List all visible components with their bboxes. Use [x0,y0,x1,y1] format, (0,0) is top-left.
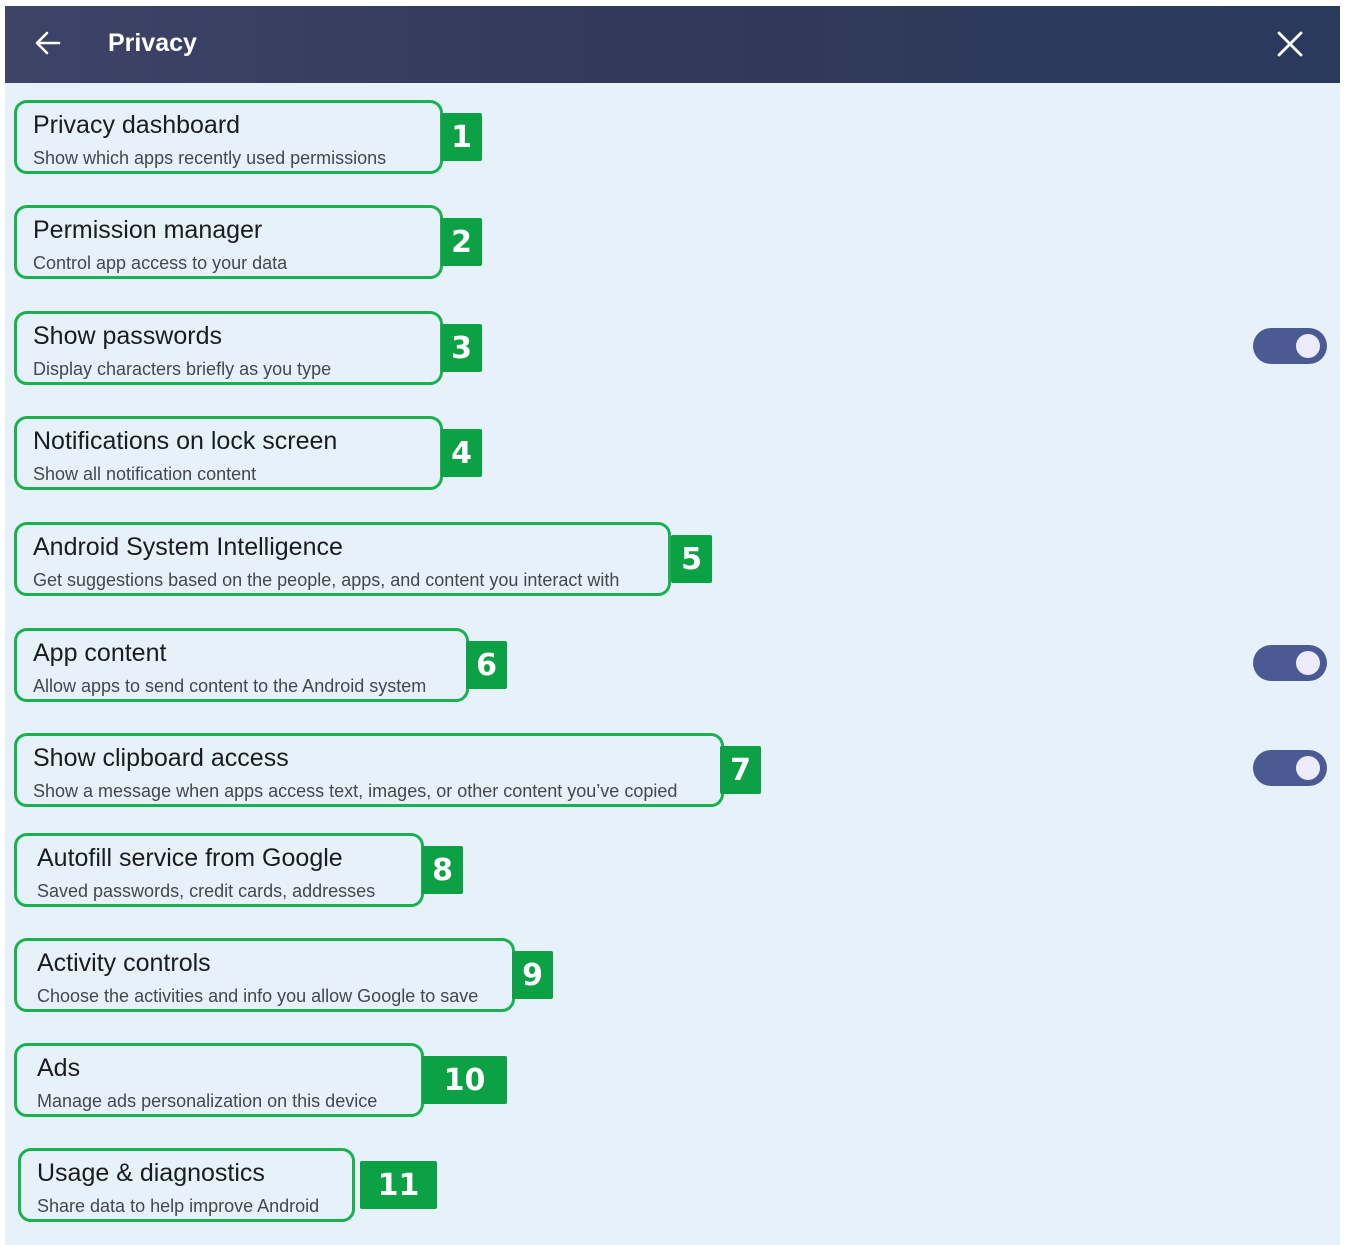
setting-title: Activity controls [37,949,211,977]
lock-screen-notifications-item[interactable]: Notifications on lock screen Show all no… [14,416,443,490]
setting-row-privacy-dashboard: Privacy dashboard Show which apps recent… [5,100,1340,186]
setting-title: Autofill service from Google [37,844,343,872]
number-badge: 7 [720,746,761,794]
number-badge: 5 [671,535,712,583]
setting-title: Ads [37,1054,81,1082]
ads-item[interactable]: Ads Manage ads personalization on this d… [14,1043,424,1117]
setting-title: Permission manager [33,216,263,244]
page-title: Privacy [108,29,197,57]
setting-title: Privacy dashboard [33,111,241,139]
arrow-left-icon[interactable] [35,30,61,56]
setting-subtitle: Allow apps to send content to the Androi… [33,676,427,696]
toggle-knob [1296,756,1320,780]
app-content-toggle[interactable] [1253,645,1327,681]
number-badge: 9 [512,951,553,999]
setting-row-ads: Ads Manage ads personalization on this d… [5,1043,1340,1129]
toggle-knob [1296,334,1320,358]
setting-row-lock-screen-notifications: Notifications on lock screen Show all no… [5,416,1340,502]
permission-manager-item[interactable]: Permission manager Control app access to… [14,205,443,279]
clipboard-access-toggle[interactable] [1253,750,1327,786]
show-passwords-toggle[interactable] [1253,328,1327,364]
toggle-knob [1296,651,1320,675]
setting-subtitle: Show which apps recently used permission… [33,148,387,168]
android-system-intelligence-item[interactable]: Android System Intelligence Get suggesti… [14,522,671,596]
setting-row-show-passwords: Show passwords Display characters briefl… [5,311,1340,397]
clipboard-access-item[interactable]: Show clipboard access Show a message whe… [14,733,724,807]
setting-title: Android System Intelligence [33,533,343,561]
setting-subtitle: Manage ads personalization on this devic… [37,1091,378,1111]
title-bar: Privacy [5,6,1340,83]
number-badge: 11 [360,1161,437,1209]
number-badge: 10 [422,1056,507,1104]
setting-subtitle: Show all notification content [33,464,257,484]
setting-row-autofill: Autofill service from Google Saved passw… [5,833,1340,919]
number-badge: 1 [441,113,482,161]
setting-subtitle: Show a message when apps access text, im… [33,781,678,801]
number-badge: 6 [466,641,507,689]
setting-subtitle: Saved passwords, credit cards, addresses [37,881,376,901]
setting-title: Show passwords [33,322,222,350]
setting-title: Usage & diagnostics [37,1159,265,1187]
setting-row-activity-controls: Activity controls Choose the activities … [5,938,1340,1024]
settings-panel: Privacy Privacy dashboard Show which app… [5,6,1340,1245]
close-icon[interactable] [1276,30,1304,58]
setting-row-permission-manager: Permission manager Control app access to… [5,205,1340,291]
setting-subtitle: Share data to help improve Android [37,1196,320,1216]
number-badge: 3 [441,324,482,372]
number-badge: 4 [441,429,482,477]
privacy-dashboard-item[interactable]: Privacy dashboard Show which apps recent… [14,100,443,174]
setting-title: Notifications on lock screen [33,427,338,455]
setting-subtitle: Get suggestions based on the people, app… [33,570,620,590]
setting-title: Show clipboard access [33,744,289,772]
setting-row-android-system-intelligence: Android System Intelligence Get suggesti… [5,522,1340,608]
setting-row-usage-diagnostics: Usage & diagnostics Share data to help i… [5,1148,1340,1234]
autofill-service-item[interactable]: Autofill service from Google Saved passw… [14,833,424,907]
setting-title: App content [33,639,167,667]
setting-row-clipboard-access: Show clipboard access Show a message whe… [5,733,1340,819]
show-passwords-item[interactable]: Show passwords Display characters briefl… [14,311,443,385]
usage-diagnostics-item[interactable]: Usage & diagnostics Share data to help i… [18,1148,355,1222]
activity-controls-item[interactable]: Activity controls Choose the activities … [14,938,515,1012]
number-badge: 8 [422,846,463,894]
setting-subtitle: Display characters briefly as you type [33,359,332,379]
setting-subtitle: Control app access to your data [33,253,288,273]
number-badge: 2 [441,218,482,266]
app-content-item[interactable]: App content Allow apps to send content t… [14,628,469,702]
setting-subtitle: Choose the activities and info you allow… [37,986,479,1006]
setting-row-app-content: App content Allow apps to send content t… [5,628,1340,714]
